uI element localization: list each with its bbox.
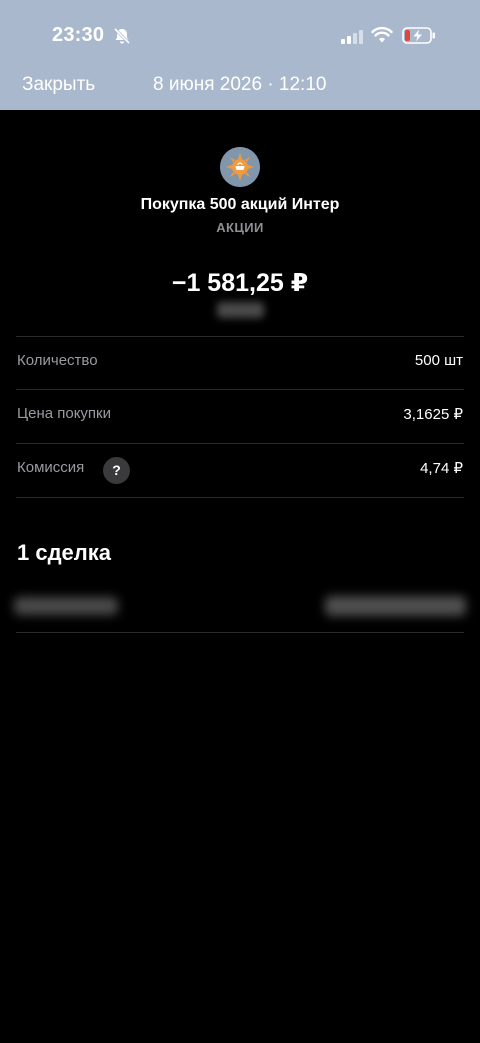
commission-label: Комиссия [17,459,85,476]
wifi-icon [371,26,393,43]
commission-value: 4,74 ₽ [420,460,463,477]
cellular-signal-icon [341,30,363,44]
status-time: 23:30 [52,24,105,46]
quantity-label: Количество [17,352,98,369]
divider [16,497,464,498]
deals-title: 1 сделка [17,540,112,565]
company-logo-icon [220,147,260,187]
divider [16,336,464,337]
operation-amount: −1 581,25 ₽ [171,269,309,297]
close-button[interactable]: Закрыть [22,74,95,96]
header-datetime: 8 июня 2026 · 12:10 [153,74,327,95]
redacted-deal-amount[interactable] [325,596,466,616]
redacted-deal-info[interactable] [14,597,118,615]
price-label: Цена покупки [17,405,111,422]
bell-muted-icon [113,27,131,45]
price-value: 3,1625 ₽ [403,406,463,423]
operation-title: Покупка 500 акций Интер [140,196,340,213]
top-bar: 23:30 Закрыть 8 июня 2026 · 12:10 [0,0,480,110]
battery-charging-icon [402,27,435,44]
divider [16,443,464,444]
quantity-value: 500 шт [414,352,463,369]
operation-category: АКЦИИ [216,220,264,235]
commission-help-button[interactable]: ? [103,457,130,484]
redacted-account [217,302,264,318]
divider [16,389,464,390]
divider [16,632,464,633]
